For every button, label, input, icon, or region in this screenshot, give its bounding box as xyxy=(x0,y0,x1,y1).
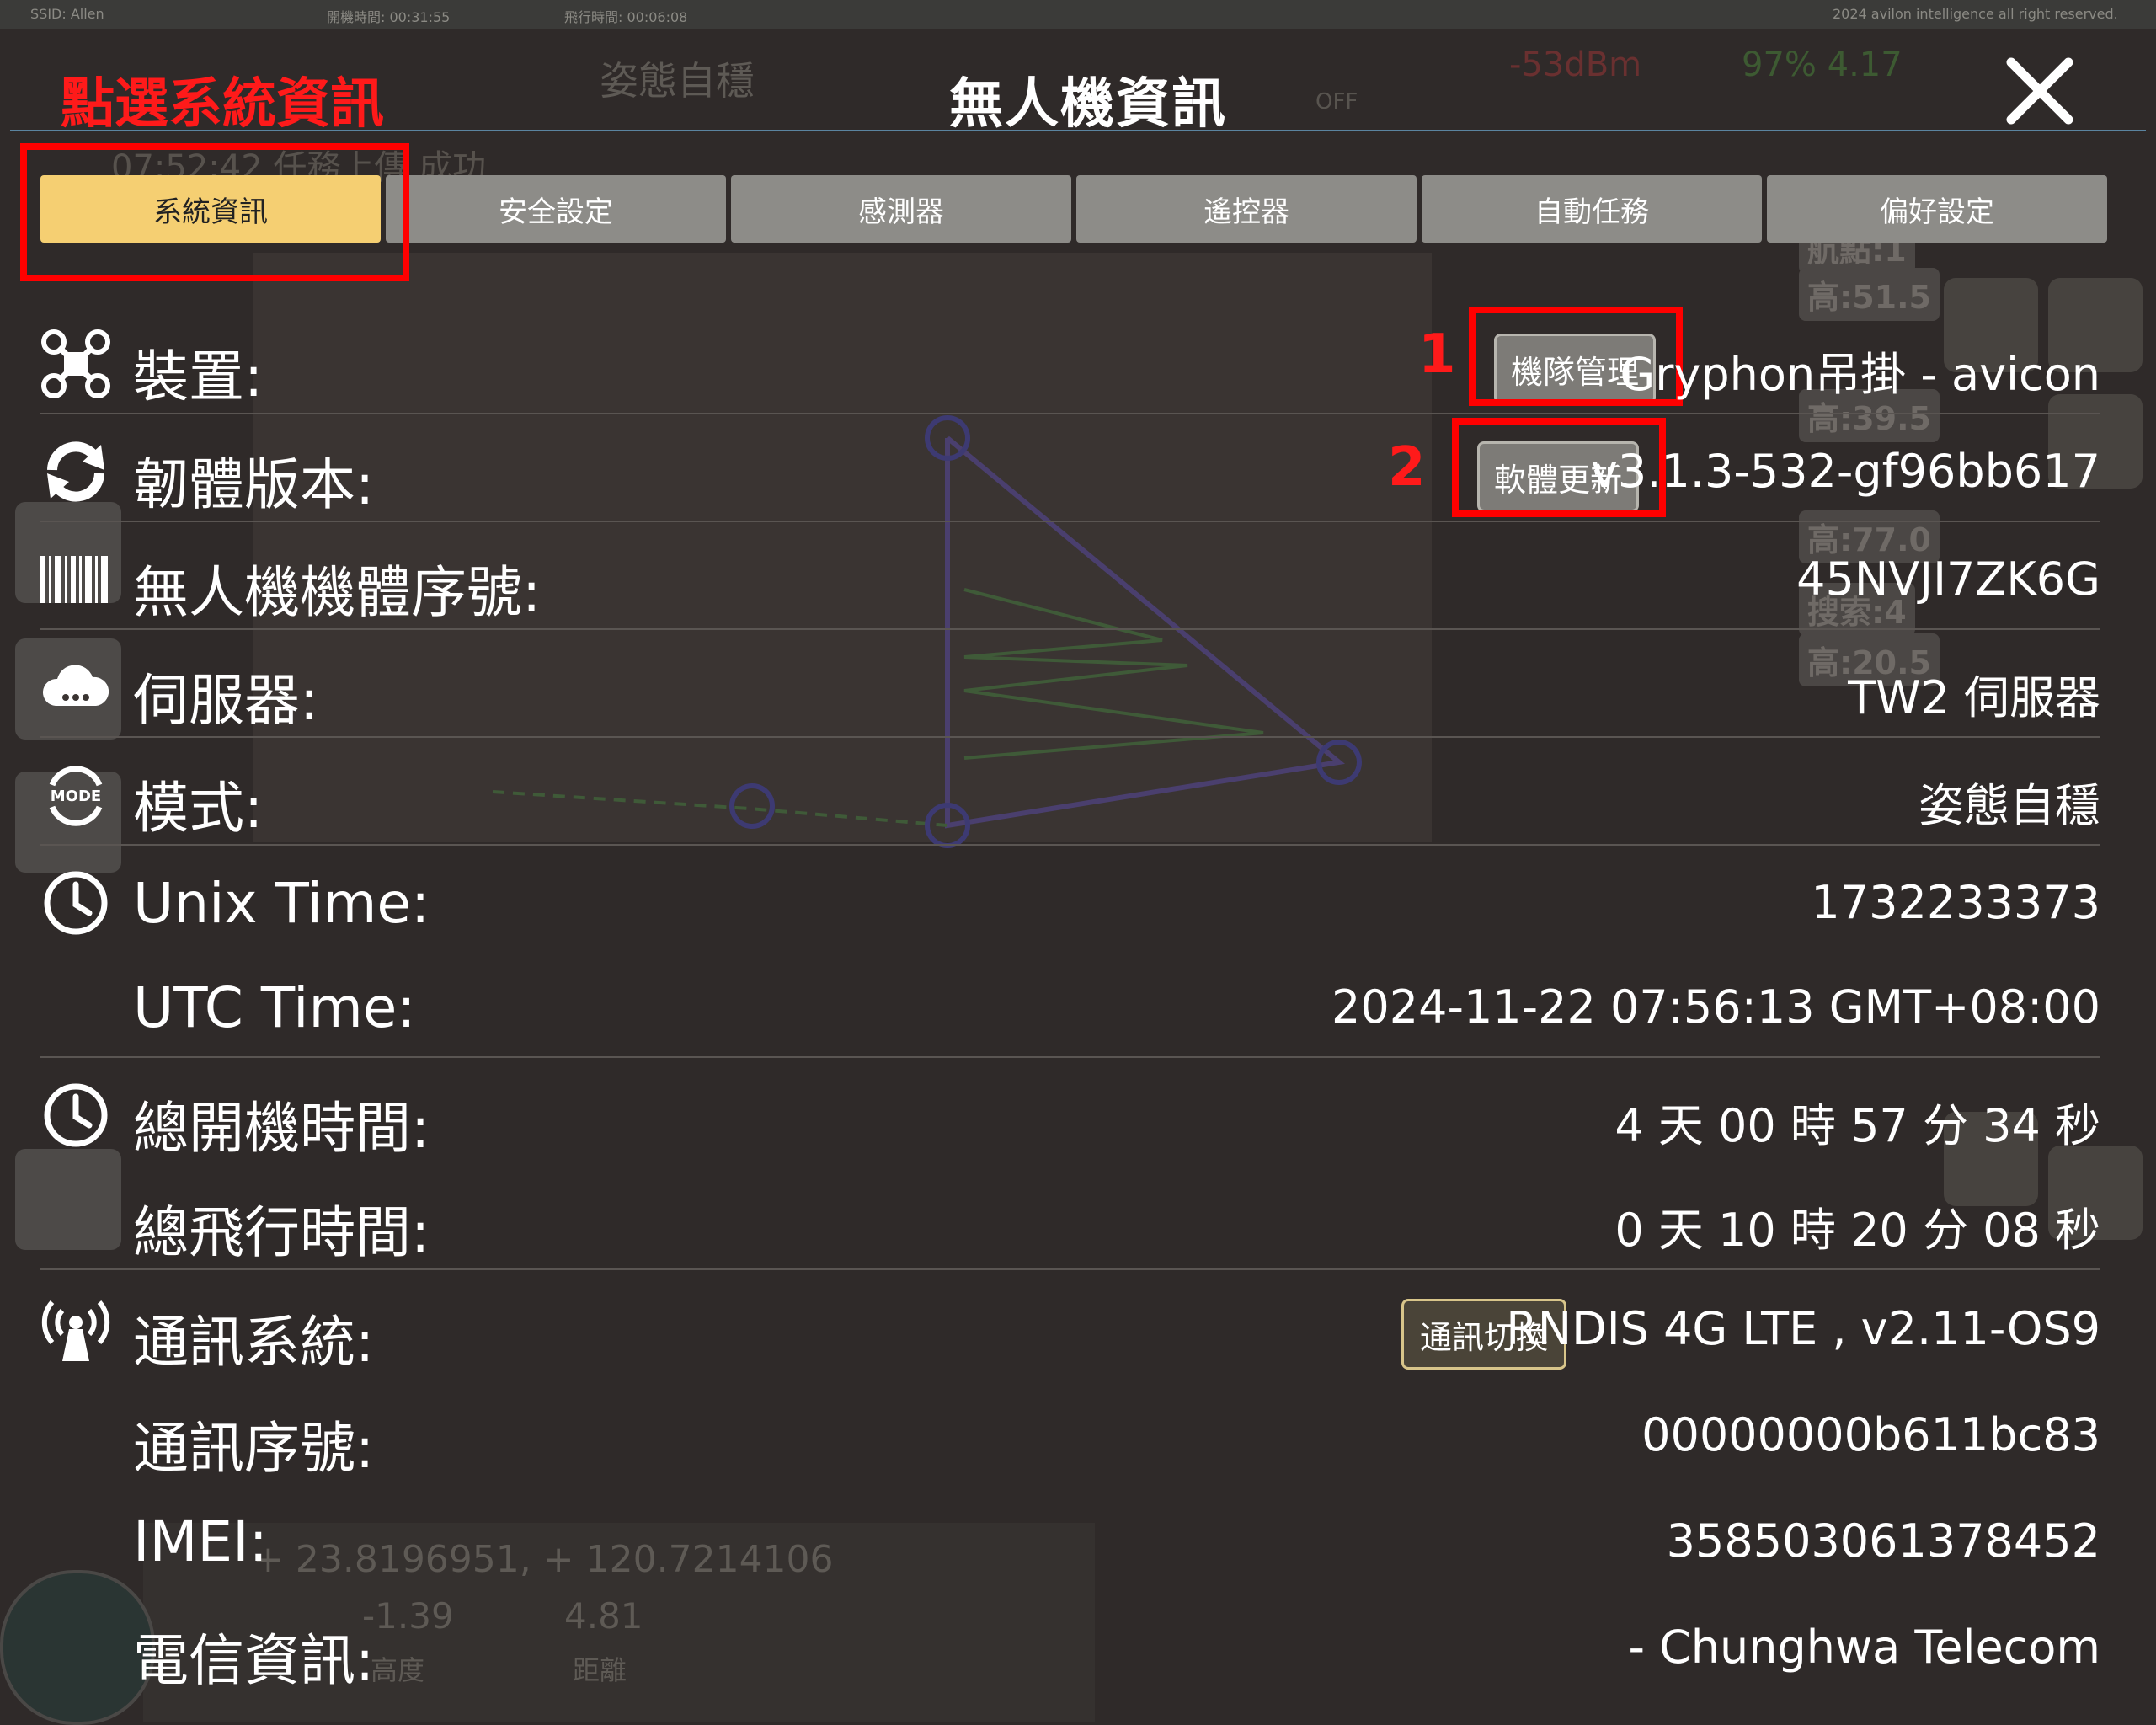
row-telecom: 電信資訊: - Chunghwa Telecom xyxy=(40,1590,2100,1696)
clock-icon xyxy=(44,871,108,935)
telecom-value: - Chunghwa Telecom xyxy=(1628,1621,2100,1674)
dialog-header: 姿態自穩 -53dBm 97% 4.17 OFF 07:52:42 任務上傳 成… xyxy=(10,29,2146,187)
tab-sensors[interactable]: 感測器 xyxy=(731,175,1071,243)
annotation-box-system-info xyxy=(20,143,409,281)
imei-value: 358503061378452 xyxy=(1666,1514,2100,1567)
barcode-icon xyxy=(40,556,108,603)
mode-icon: MODE xyxy=(49,766,103,826)
comm-serial-label: 通訊序號: xyxy=(133,1416,375,1481)
tab-remote-controller[interactable]: 遙控器 xyxy=(1076,175,1417,243)
status-strip: SSID: Allen 開機時間: 00:31:55 飛行時間: 00:06:0… xyxy=(0,0,2156,29)
row-total-power-on: 總開機時間: 4 天 00 時 57 分 34 秒 xyxy=(40,1058,2100,1164)
boot-time-text: 開機時間: 00:31:55 xyxy=(327,9,451,25)
comm-system-value: RNDIS 4G LTE , v2.11-OS9 xyxy=(1506,1302,2100,1355)
comm-serial-value: 00000000b611bc83 xyxy=(1641,1408,2100,1461)
row-unix-time: Unix Time: 1732233373 xyxy=(40,846,2100,952)
serial-label: 無人機機體序號: xyxy=(133,560,542,625)
tab-safety-settings[interactable]: 安全設定 xyxy=(386,175,726,243)
sync-icon xyxy=(47,441,104,502)
close-icon xyxy=(2006,57,2073,125)
total-power-on-label: 總開機時間: xyxy=(133,1096,430,1161)
tab-preferences[interactable]: 偏好設定 xyxy=(1767,175,2107,243)
row-firmware: 韌體版本: 2 軟體更新 v3.1.3-532-gf96bb617 xyxy=(40,414,2100,522)
annotation-select-system-info: 點選系統資訊 xyxy=(61,73,384,136)
row-utc-time: UTC Time: 2024-11-22 07:56:13 GMT+08:00 xyxy=(40,950,2100,1058)
row-comm-serial: 通訊序號: 00000000b611bc83 xyxy=(40,1378,2100,1484)
device-value: Gryphon吊掛 - avicon xyxy=(1620,348,2100,401)
row-server: 伺服器: TW2 伺服器 xyxy=(40,630,2100,738)
mode-value: 姿態自穩 xyxy=(1919,779,2100,832)
row-serial: 無人機機體序號: 45NVJI7ZK6G xyxy=(40,522,2100,630)
row-imei: IMEI: 358503061378452 xyxy=(40,1484,2100,1590)
firmware-label: 韌體版本: xyxy=(133,452,375,517)
bg-signal: -53dBm xyxy=(1509,45,1642,84)
drone-icon xyxy=(41,329,110,398)
serial-value: 45NVJI7ZK6G xyxy=(1796,553,2100,606)
close-button[interactable] xyxy=(2004,56,2075,126)
device-label: 裝置: xyxy=(133,344,264,409)
total-power-on-value: 4 天 00 時 57 分 34 秒 xyxy=(1614,1099,2100,1152)
mode-label: 模式: xyxy=(133,776,264,841)
cloud-icon xyxy=(42,665,109,706)
mode-icon-text: MODE xyxy=(51,788,101,805)
bg-battery: 97% 4.17 xyxy=(1742,45,1903,84)
antenna-icon xyxy=(41,1300,110,1361)
bg-off-label: OFF xyxy=(1315,89,1358,115)
flight-time-text: 飛行時間: 00:06:08 xyxy=(564,9,688,25)
server-value: TW2 伺服器 xyxy=(1848,671,2100,724)
annotation-number-1: 1 xyxy=(1418,323,1456,386)
telecom-label: 電信資訊: xyxy=(133,1628,375,1693)
utc-time-label: UTC Time: xyxy=(133,975,416,1040)
total-flight-label: 總飛行時間: xyxy=(133,1200,430,1265)
imei-label: IMEI: xyxy=(133,1509,268,1574)
row-mode: MODE 模式: 姿態自穩 xyxy=(40,738,2100,846)
ssid-text: SSID: Allen xyxy=(30,6,104,22)
firmware-value: v3.1.3-532-gf96bb617 xyxy=(1590,445,2100,498)
unix-time-label: Unix Time: xyxy=(133,871,430,936)
row-comm-system: 通訊系統: 通訊切換 RNDIS 4G LTE , v2.11-OS9 xyxy=(40,1272,2100,1378)
server-label: 伺服器: xyxy=(133,668,319,733)
comm-system-label: 通訊系統: xyxy=(133,1310,375,1375)
dialog-title: 無人機資訊 xyxy=(949,73,1227,136)
tab-auto-mission[interactable]: 自動任務 xyxy=(1422,175,1762,243)
utc-time-value: 2024-11-22 07:56:13 GMT+08:00 xyxy=(1331,980,2100,1033)
total-flight-value: 0 天 10 時 20 分 08 秒 xyxy=(1614,1204,2100,1257)
annotation-number-2: 2 xyxy=(1388,436,1426,499)
copyright-text: 2024 avilon intelligence all right reser… xyxy=(1833,6,2118,22)
bg-attitude-label: 姿態自穩 xyxy=(600,58,755,104)
unix-time-value: 1732233373 xyxy=(1811,876,2100,929)
row-device: 裝置: 1 機隊管理 Gryphon吊掛 - avicon xyxy=(40,307,2100,414)
clock-icon xyxy=(44,1083,108,1147)
row-total-flight: 總飛行時間: 0 天 10 時 20 分 08 秒 xyxy=(40,1162,2100,1270)
